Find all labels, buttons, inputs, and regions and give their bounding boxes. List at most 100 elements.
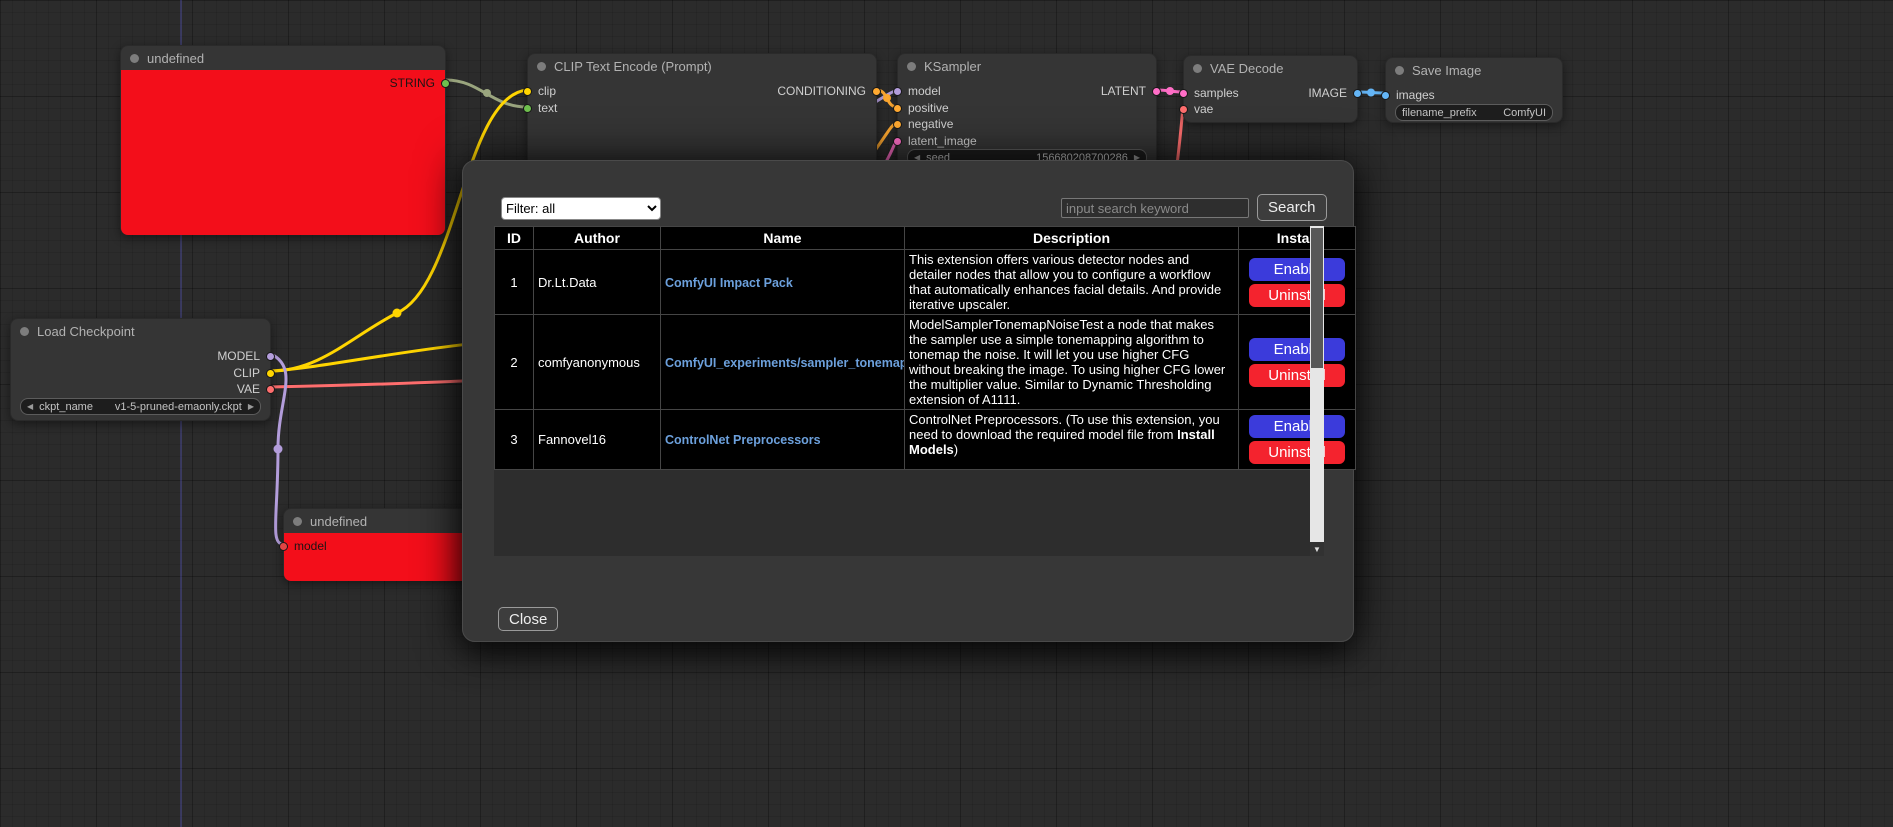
image-port-icon[interactable] (1381, 91, 1390, 100)
uninstall-button[interactable]: Uninstall (1249, 441, 1345, 464)
scrollbar-track[interactable]: ▼ (1310, 226, 1324, 556)
col-header-install: Install (1239, 227, 1356, 250)
node-title[interactable]: Load Checkpoint (11, 319, 270, 343)
enable-button[interactable]: Enable (1249, 415, 1345, 438)
collapse-dot-icon[interactable] (1193, 64, 1202, 73)
model-port-icon[interactable] (279, 542, 288, 551)
output-slot-model[interactable]: MODEL (217, 349, 275, 363)
output-slot-string[interactable]: STRING (390, 76, 450, 90)
string-port-icon[interactable] (441, 79, 450, 88)
uninstall-button[interactable]: Uninstall (1249, 364, 1345, 387)
ext-author: Fannovel16 (534, 410, 661, 470)
conditioning-port-icon[interactable] (893, 120, 902, 129)
input-slot-model[interactable]: model (279, 539, 327, 553)
extension-table-container: ID Author Name Description Install 1 Dr.… (494, 226, 1324, 556)
output-slot-clip[interactable]: CLIP (233, 366, 275, 380)
search-input[interactable] (1061, 198, 1249, 218)
output-slot-image[interactable]: IMAGE (1308, 86, 1362, 100)
input-slot-model[interactable]: model (893, 84, 941, 98)
node-save-image[interactable]: Save Image images filename_prefix ComfyU… (1385, 57, 1563, 123)
input-slot-vae[interactable]: vae (1179, 102, 1213, 116)
node-title[interactable]: undefined (121, 46, 445, 70)
node-clip-text-encode[interactable]: CLIP Text Encode (Prompt) clip text COND… (527, 53, 877, 168)
uninstall-button[interactable]: Uninstall (1249, 284, 1345, 307)
model-port-icon[interactable] (266, 352, 275, 361)
collapse-dot-icon[interactable] (907, 62, 916, 71)
collapse-dot-icon[interactable] (130, 54, 139, 63)
ext-id: 3 (495, 410, 534, 470)
collapse-dot-icon[interactable] (20, 327, 29, 336)
col-header-id: ID (495, 227, 534, 250)
table-row: 1 Dr.Lt.Data ComfyUI Impact Pack This ex… (495, 250, 1356, 315)
ext-description: ModelSamplerTonemapNoiseTest a node that… (905, 315, 1239, 410)
scrollbar-thumb[interactable] (1311, 228, 1323, 368)
conditioning-port-icon[interactable] (893, 104, 902, 113)
output-slot-latent[interactable]: LATENT (1101, 84, 1161, 98)
collapse-dot-icon[interactable] (293, 517, 302, 526)
link-midpoint-dot (393, 309, 402, 318)
input-slot-positive[interactable]: positive (893, 101, 949, 115)
enable-button[interactable]: Enable (1249, 338, 1345, 361)
ext-id: 2 (495, 315, 534, 410)
ext-install-cell: Enable Uninstall (1239, 315, 1356, 410)
node-title[interactable]: KSampler (898, 54, 1156, 78)
latent-port-icon[interactable] (1179, 89, 1188, 98)
prev-value-arrow-icon[interactable]: ◀ (27, 403, 33, 411)
input-slot-images[interactable]: images (1381, 88, 1435, 102)
node-title[interactable]: CLIP Text Encode (Prompt) (528, 54, 876, 78)
latent-port-icon[interactable] (893, 137, 902, 146)
collapse-dot-icon[interactable] (537, 62, 546, 71)
node-ksampler[interactable]: KSampler model positive negative latent_… (897, 53, 1157, 173)
link-midpoint-dot (1166, 87, 1174, 95)
filename-prefix-widget[interactable]: filename_prefix ComfyUI (1395, 104, 1553, 121)
ext-link[interactable]: ControlNet Preprocessors (665, 433, 821, 447)
ext-install-cell: Enable Uninstall (1239, 250, 1356, 315)
vae-port-icon[interactable] (1179, 105, 1188, 114)
table-row: 3 Fannovel16 ControlNet Preprocessors Co… (495, 410, 1356, 470)
latent-port-icon[interactable] (1152, 87, 1161, 96)
node-title[interactable]: VAE Decode (1184, 56, 1357, 80)
model-port-icon[interactable] (893, 87, 902, 96)
custom-nodes-dialog: Filter: all Search ID Author Name Descri… (462, 160, 1354, 642)
comfyui-canvas[interactable]: { "canvas": { "colors": { "model": "#b39… (0, 0, 1893, 827)
filter-select[interactable]: Filter: all (501, 197, 661, 220)
output-slot-vae[interactable]: VAE (237, 382, 275, 396)
link-midpoint-dot (274, 445, 283, 454)
ckpt-name-widget[interactable]: ◀ ckpt_name v1-5-pruned-emaonly.ckpt ▶ (20, 398, 261, 415)
clip-port-icon[interactable] (266, 369, 275, 378)
output-slot-conditioning[interactable]: CONDITIONING (777, 84, 881, 98)
scroll-down-arrow-icon[interactable]: ▼ (1310, 542, 1324, 556)
input-slot-negative[interactable]: negative (893, 117, 953, 131)
input-slot-clip[interactable]: clip (523, 84, 556, 98)
conditioning-port-icon[interactable] (872, 87, 881, 96)
node-vae-decode[interactable]: VAE Decode samples vae IMAGE (1183, 55, 1358, 123)
link-midpoint-dot (883, 94, 891, 102)
table-header-row: ID Author Name Description Install (495, 227, 1356, 250)
vae-port-icon[interactable] (266, 385, 275, 394)
input-slot-latent-image[interactable]: latent_image (893, 134, 977, 148)
ext-link[interactable]: ComfyUI_experiments/sampler_tonemap (665, 356, 905, 370)
extension-table: ID Author Name Description Install 1 Dr.… (494, 226, 1356, 470)
close-button[interactable]: Close (498, 607, 558, 631)
collapse-dot-icon[interactable] (1395, 66, 1404, 75)
ext-description: ControlNet Preprocessors. (To use this e… (905, 410, 1239, 470)
node-title[interactable]: Save Image (1386, 58, 1562, 82)
link-midpoint-dot (1367, 89, 1375, 97)
col-header-author: Author (534, 227, 661, 250)
node-undefined-top[interactable]: undefined STRING (120, 45, 446, 235)
input-slot-samples[interactable]: samples (1179, 86, 1239, 100)
ext-install-cell: Enable Uninstall (1239, 410, 1356, 470)
next-value-arrow-icon[interactable]: ▶ (248, 403, 254, 411)
image-port-icon[interactable] (1353, 89, 1362, 98)
enable-button[interactable]: Enable (1249, 258, 1345, 281)
node-load-checkpoint[interactable]: Load Checkpoint MODEL CLIP VAE ◀ ckpt_na… (10, 318, 271, 421)
search-button[interactable]: Search (1257, 194, 1327, 221)
input-slot-text[interactable]: text (523, 101, 557, 115)
col-header-description: Description (905, 227, 1239, 250)
ext-link[interactable]: ComfyUI Impact Pack (665, 276, 793, 290)
string-port-icon[interactable] (523, 104, 532, 113)
node-error-body (121, 70, 445, 235)
clip-port-icon[interactable] (523, 87, 532, 96)
col-header-name: Name (661, 227, 905, 250)
ext-id: 1 (495, 250, 534, 315)
